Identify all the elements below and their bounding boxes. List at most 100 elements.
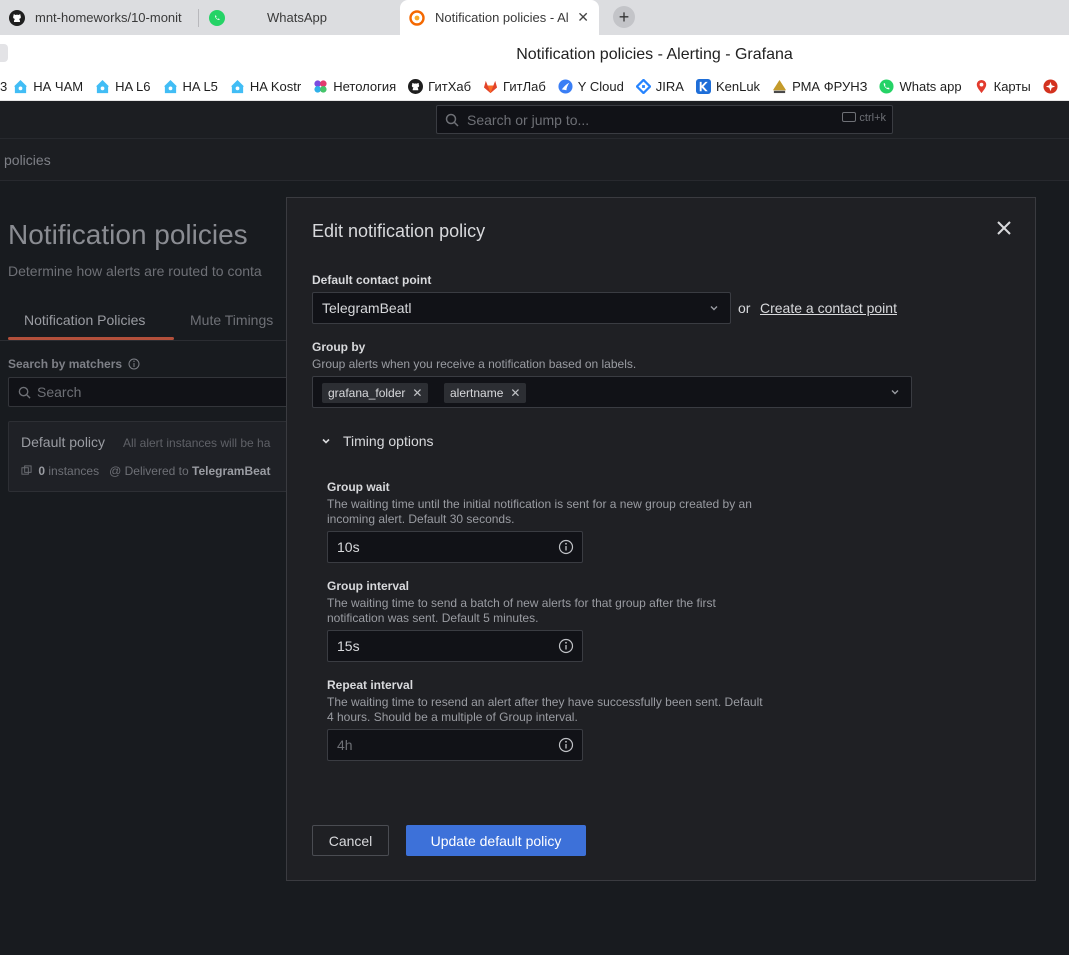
group-wait-description-line-1: The waiting time until the initial notif… [327,497,752,511]
bookmark-label: HA Kostr [249,79,302,94]
bookmark-label: HA L5 [182,79,218,94]
repeat-interval-label: Repeat interval [327,678,414,692]
bookmark-label: KenLuk [715,79,761,94]
bookmark-github[interactable]: ГитХаб [408,79,471,94]
bookmark-gitlab[interactable]: ГитЛаб [483,79,546,94]
group-wait-input[interactable] [328,532,548,562]
new-tab-button[interactable]: + [613,6,635,28]
browser-tab-whatsapp[interactable]: WhatsApp [200,0,396,35]
bookmarks-bar: 3 НА ЧАМ HA L6 HA L5 HA Kostr Нетология … [0,73,1069,101]
bookmark-y-cloud[interactable]: Y Cloud [558,79,624,94]
info-icon[interactable] [558,539,574,555]
search-icon [445,113,459,127]
close-icon[interactable] [994,218,1014,238]
group-interval-description-line-2: notification was sent. Default 5 minutes… [327,611,539,625]
github-icon [408,79,424,94]
matchers-search-placeholder: Search [37,384,82,400]
home-assistant-icon [230,79,244,94]
default-policy-card: Default policy All alert instances will … [8,421,290,492]
window-title-bar: Notification policies - Alerting - Grafa… [0,35,1069,73]
matchers-search-label: Search by matchers [8,357,140,371]
group-interval-input[interactable] [328,631,548,661]
remove-chip-icon[interactable]: ✕ [412,386,422,400]
repeat-interval-description-line-1: The waiting time to resend an alert afte… [327,695,763,709]
tabs-divider [0,340,290,341]
layers-icon [21,465,32,475]
create-contact-point-link[interactable]: Create a contact point [760,300,897,316]
bookmark-ha-l6[interactable]: HA L6 [95,79,151,94]
bookmark-label: НА ЧАМ [33,79,84,94]
grafana-icon [409,9,425,26]
page-subtitle: Determine how alerts are routed to conta [8,263,262,279]
chevron-down-icon [710,306,718,311]
gitlab-icon [483,80,498,94]
group-by-multiselect[interactable]: grafana_folder ✕ alertname ✕ [312,376,912,408]
yandex-cloud-icon [558,79,573,94]
bookmark-ha-l5[interactable]: HA L5 [163,79,218,94]
chevron-down-icon [891,390,899,395]
contact-point-select[interactable]: TelegramBeatl [312,292,731,324]
default-policy-note: All alert instances will be ha [123,436,271,450]
bookmark-label: ГитХаб [428,79,472,94]
github-icon [9,9,25,26]
breadcrumb[interactable]: policies [0,139,1069,181]
matchers-search-input[interactable]: Search [8,377,290,407]
group-wait-field [327,531,583,563]
bookmark-jira[interactable]: JIRA [635,79,684,94]
bookmark-label: ГитЛаб [503,79,546,94]
bookmark-label: JIRA [655,79,684,94]
bookmark-label: Карты [993,79,1031,94]
group-by-description: Group alerts when you receive a notifica… [312,357,637,371]
tab-mute-timings[interactable]: Mute Timings [190,312,273,328]
window-title: Notification policies - Alerting - Grafa… [516,46,793,63]
bookmark-app-icon [1043,79,1058,94]
whatsapp-icon [879,79,894,94]
group-by-label: Group by [312,340,366,354]
bookmark-label: РМА ФРУНЗ [792,79,868,94]
browser-tab-github[interactable]: mnt-homeworks/10-monit [0,0,196,35]
keyboard-icon [842,112,857,122]
close-tab-icon[interactable]: ✕ [577,9,589,26]
repeat-interval-input[interactable] [328,730,548,760]
bookmark-pma[interactable]: РМА ФРУНЗ [772,79,867,94]
kenluk-icon [695,79,711,94]
grafana-topbar: Search or jump to... ctrl+k [0,101,1069,139]
group-interval-label: Group interval [327,579,410,593]
search-icon [18,386,31,399]
or-label: or [738,300,751,316]
group-wait-label: Group wait [327,480,390,494]
search-placeholder: Search or jump to... [467,111,590,128]
bookmark-ha-cham[interactable]: НА ЧАМ [13,79,83,94]
group-interval-field [327,630,583,662]
timing-options-label: Timing options [343,433,434,449]
bookmark-maps[interactable]: Карты [974,79,1031,94]
tab-separator [198,9,199,27]
bookmark-partial[interactable]: 3 [0,79,7,94]
remove-chip-icon[interactable]: ✕ [510,386,520,400]
info-icon[interactable] [558,737,574,753]
global-search-input[interactable]: Search or jump to... ctrl+k [436,105,893,134]
browser-tab-grafana[interactable]: Notification policies - Al ✕ [400,0,599,35]
group-by-chip-grafana-folder: grafana_folder ✕ [322,383,429,403]
bookmark-ha-kostr[interactable]: HA Kostr [230,79,301,94]
map-pin-icon [976,79,986,94]
info-icon[interactable] [558,638,574,654]
chevron-down-icon [322,438,330,444]
contact-point-label: Default contact point [312,273,432,287]
home-assistant-icon [14,79,28,94]
repeat-interval-field [327,729,583,761]
bookmark-whatsapp[interactable]: Whats app [879,79,962,94]
bookmark-netology[interactable]: Нетология [313,79,396,94]
search-shortcut-hint: ctrl+k [842,112,886,124]
bookmark-extra[interactable] [1043,79,1063,94]
bookmark-label: HA L6 [115,79,151,94]
tab-notification-policies[interactable]: Notification Policies [24,312,145,328]
page-title: Notification policies [8,219,248,250]
update-default-policy-button[interactable]: Update default policy [406,825,586,856]
cancel-button[interactable]: Cancel [312,825,389,856]
timing-options-toggle[interactable]: Timing options [320,433,434,449]
bookmark-kenluk[interactable]: KenLuk [695,79,761,94]
home-assistant-icon [163,79,177,94]
bookmark-label: Нетология [333,79,397,94]
netology-icon [314,80,327,93]
